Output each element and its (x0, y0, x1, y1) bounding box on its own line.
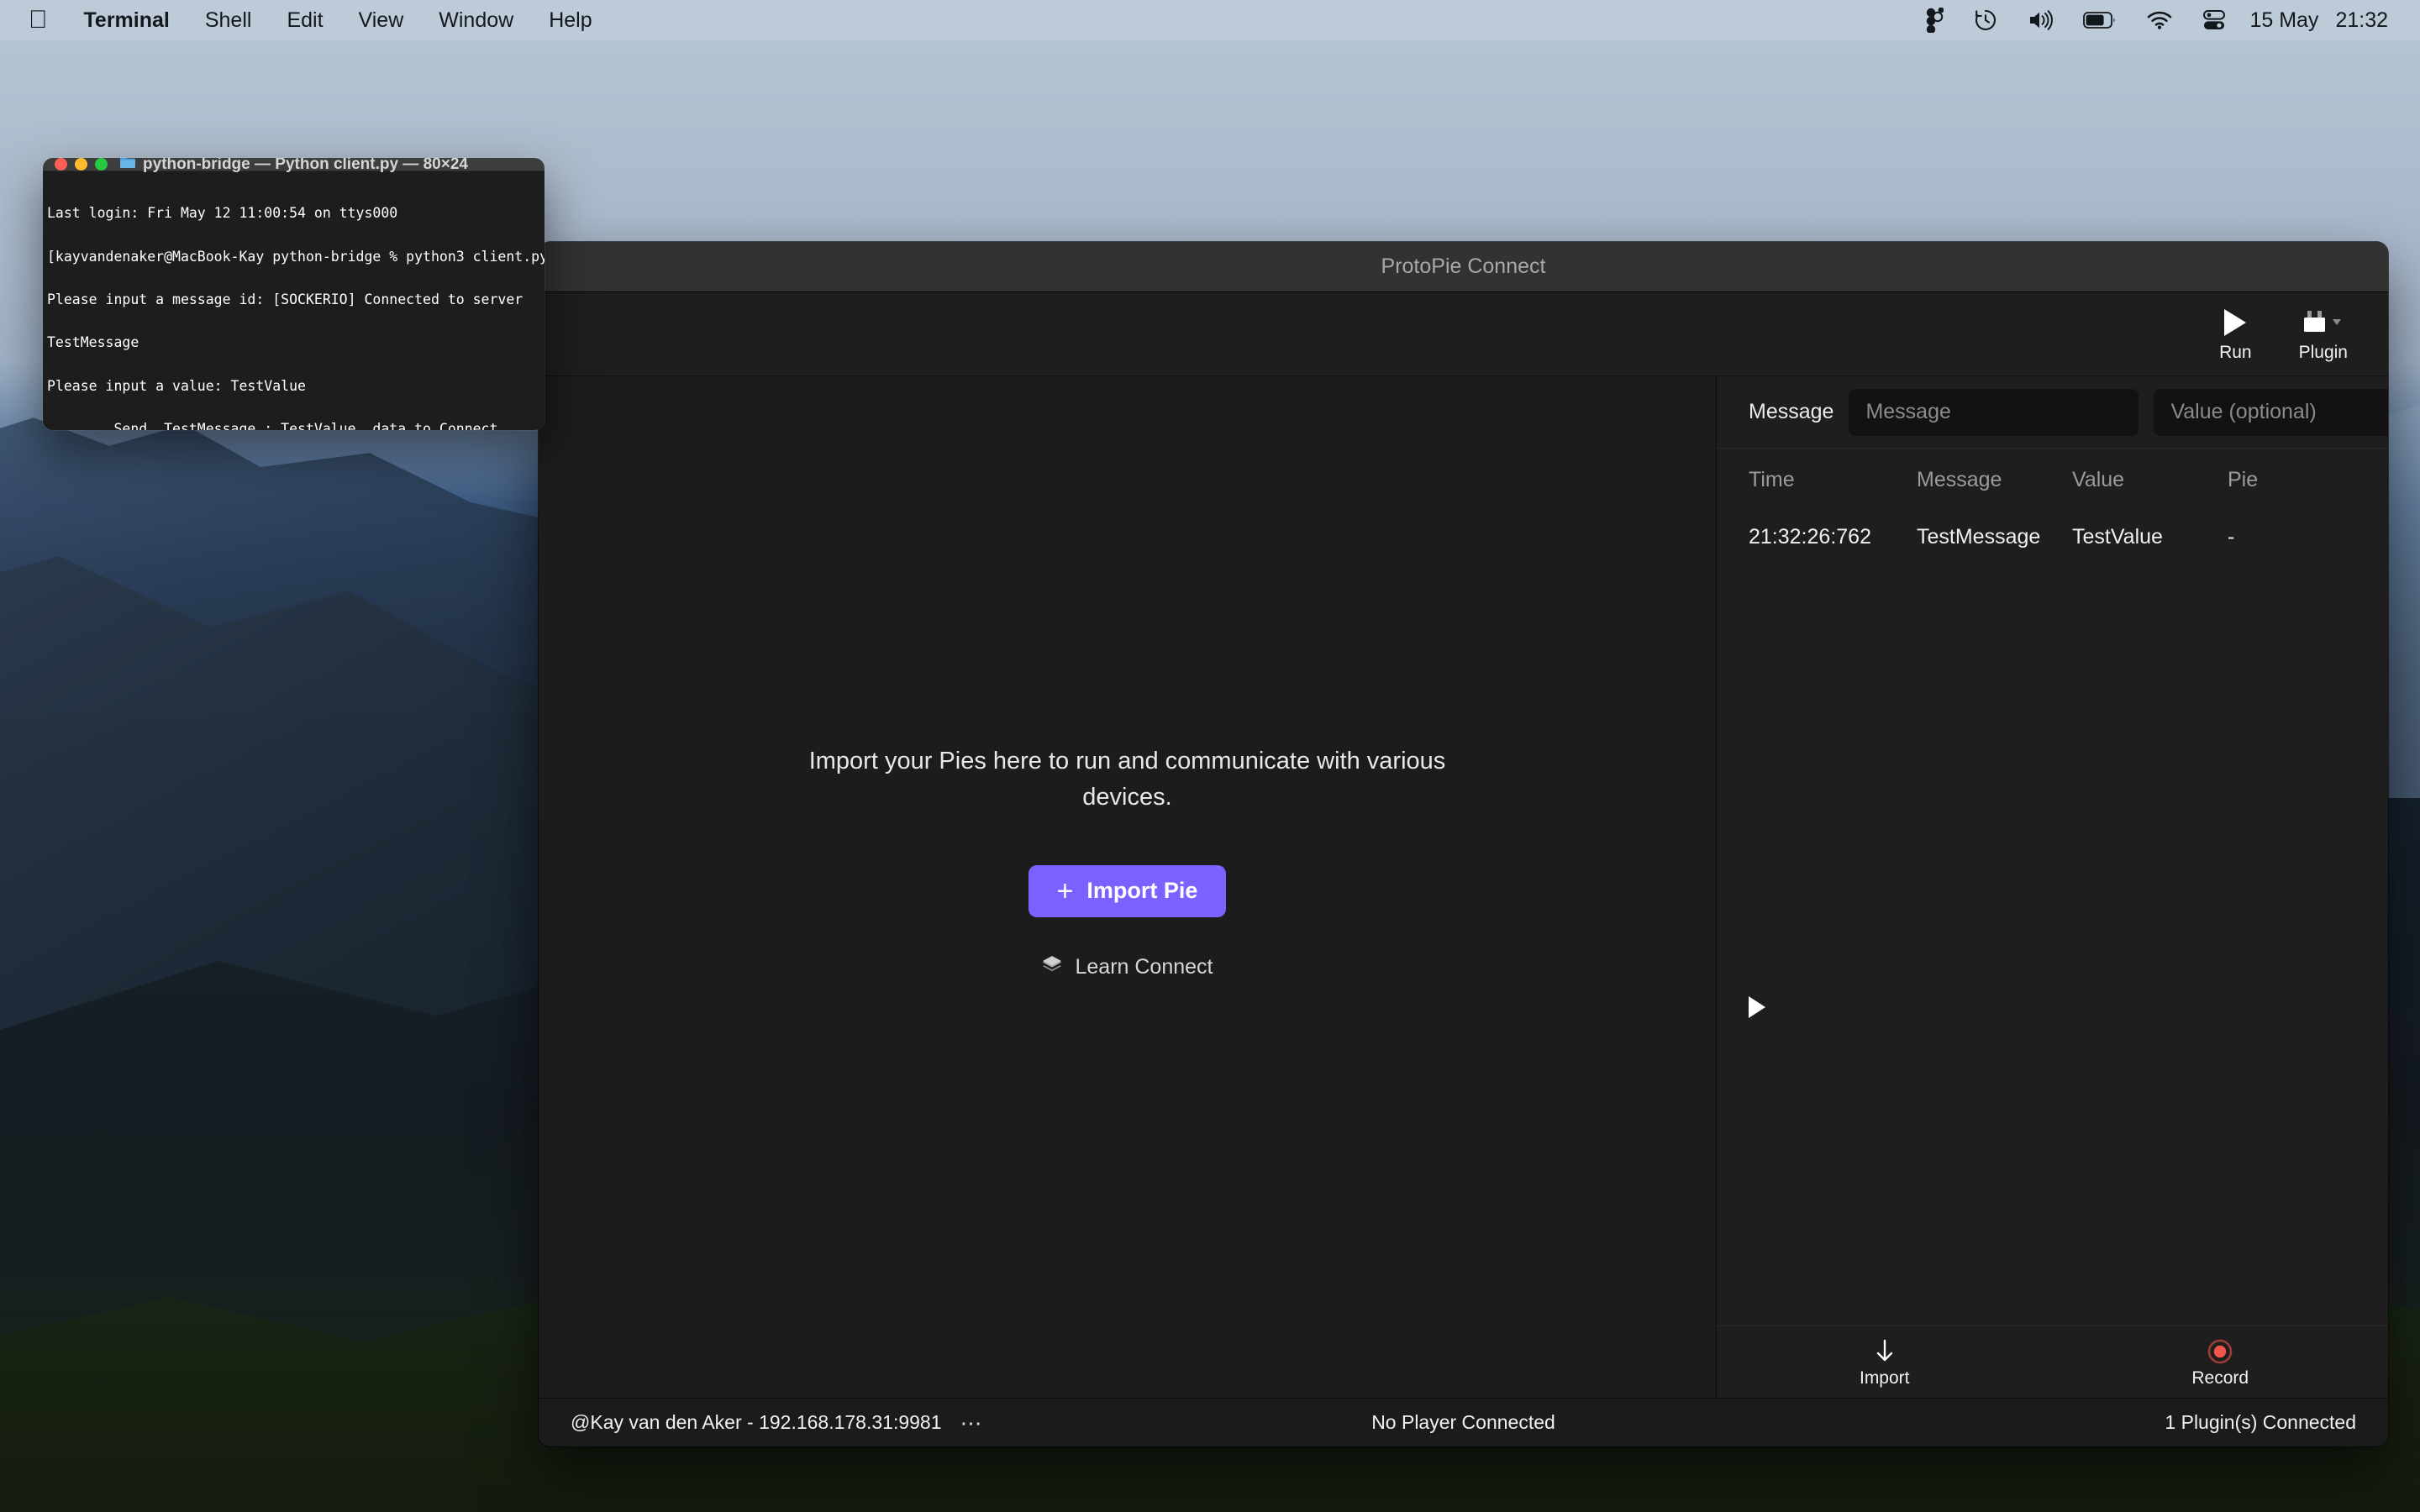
cell-value: TestValue (2072, 524, 2163, 549)
plugin-icon (2301, 306, 2346, 339)
menu-item-view[interactable]: View (341, 0, 422, 40)
menu-bar-left:  Terminal Shell Edit View Window Help (0, 0, 610, 40)
cell-pie: - (2228, 524, 2235, 549)
terminal-line: TestMessage (47, 334, 139, 351)
terminal-line: Please input a value: TestValue (47, 377, 306, 394)
wifi-icon[interactable] (2132, 10, 2187, 30)
figma-icon[interactable] (1910, 8, 1959, 33)
plugin-button[interactable]: Plugin (2299, 306, 2348, 363)
cell-message: TestMessage (1917, 524, 2041, 549)
play-icon (2221, 306, 2249, 339)
empty-state-text: Import your Pies here to run and communi… (808, 748, 1446, 811)
import-pie-button[interactable]: + Import Pie (1028, 864, 1227, 917)
terminal-title: python-bridge — Python client.py — 80×24 (143, 158, 468, 173)
play-icon[interactable] (1749, 996, 1765, 1018)
menu-bar-date[interactable]: 15 May (2241, 8, 2327, 33)
import-button-label: Import (1859, 1368, 1910, 1388)
protopie-status-bar: @Kay van den Aker - 192.168.178.31:9981 … (539, 1398, 2388, 1446)
protopie-title-bar[interactable]: ProtoPie Connect (539, 242, 2388, 292)
message-input-row: Message (1717, 376, 2388, 449)
column-header-pie: Pie (2228, 467, 2259, 491)
menu-bar-status-area: 15 May 21:32 (1910, 8, 2420, 33)
menu-bar-time[interactable]: 21:32 (2327, 8, 2396, 33)
status-account: @Kay van den Aker - 192.168.178.31:9981 (571, 1411, 942, 1433)
ellipsis-icon[interactable]: ⋯ (960, 1412, 984, 1434)
cell-time: 21:32:26:762 (1749, 524, 1871, 549)
battery-icon[interactable] (2068, 11, 2132, 29)
message-label: Message (1749, 400, 1834, 423)
terminal-line: Send TestMessage : TestValue data to Con… (47, 420, 498, 430)
protopie-window-title: ProtoPie Connect (1381, 255, 1546, 278)
record-button-label: Record (2191, 1368, 2249, 1388)
terminal-output[interactable]: Last login: Fri May 12 11:00:54 on ttys0… (43, 171, 544, 430)
status-account-area: @Kay van den Aker - 192.168.178.31:9981 … (571, 1411, 984, 1434)
menu-item-edit[interactable]: Edit (269, 0, 340, 40)
menu-item-terminal[interactable]: Terminal (66, 0, 187, 40)
protopie-main-panel: Import your Pies here to run and communi… (539, 376, 1716, 1398)
folder-icon (119, 158, 136, 174)
protopie-connect-window: ProtoPie Connect Run Plugin Import your … (539, 242, 2388, 1446)
log-table-body: 21:32:26:762 TestMessage TestValue - (1717, 511, 2388, 1326)
layers-icon (1041, 954, 1063, 980)
menu-item-window[interactable]: Window (421, 0, 531, 40)
log-table-header: Time Message Value Pie (1717, 449, 2388, 511)
run-button[interactable]: Run (2219, 306, 2252, 363)
import-pie-label: Import Pie (1086, 878, 1198, 904)
plugin-button-label: Plugin (2298, 342, 2348, 362)
download-arrow-icon (1874, 1336, 1896, 1367)
menu-item-help[interactable]: Help (531, 0, 609, 40)
apple-menu-icon[interactable]:  (25, 0, 66, 40)
control-center-icon[interactable] (2187, 9, 2241, 31)
message-panel-footer: Import Record (1717, 1326, 2388, 1398)
time-machine-icon[interactable] (1959, 8, 2012, 32)
terminal-title-bar[interactable]: python-bridge — Python client.py — 80×24 (43, 158, 544, 174)
learn-connect-link[interactable]: Learn Connect (808, 954, 1447, 980)
terminal-line: Please input a message id: [SOCKERIO] Co… (47, 291, 523, 307)
learn-connect-label: Learn Connect (1075, 954, 1213, 979)
value-input[interactable] (2154, 388, 2388, 436)
terminal-window: python-bridge — Python client.py — 80×24… (43, 158, 544, 430)
terminal-line: [kayvandenaker@MacBook-Kay python-bridge… (47, 248, 544, 265)
column-header-value: Value (2072, 467, 2125, 491)
run-button-label: Run (2219, 342, 2252, 362)
column-header-message: Message (1917, 467, 2002, 491)
plus-icon: + (1056, 874, 1074, 907)
status-bar-wrapper: @Kay van den Aker - 192.168.178.31:9981 … (539, 1398, 2388, 1446)
status-plugins: 1 Plugin(s) Connected (2165, 1411, 2356, 1433)
volume-icon[interactable] (2012, 9, 2068, 31)
record-button[interactable]: Record (2053, 1336, 2389, 1389)
empty-state: Import your Pies here to run and communi… (808, 743, 1447, 979)
macos-menu-bar:  Terminal Shell Edit View Window Help (0, 0, 2420, 40)
table-row[interactable]: 21:32:26:762 TestMessage TestValue - (1717, 511, 2388, 563)
menu-item-shell[interactable]: Shell (187, 0, 270, 40)
record-icon (2206, 1336, 2234, 1367)
message-input[interactable] (1849, 388, 2139, 436)
terminal-line: Last login: Fri May 12 11:00:54 on ttys0… (47, 205, 398, 222)
protopie-toolbar: Run Plugin (539, 292, 2388, 376)
terminal-title-wrap: python-bridge — Python client.py — 80×24 (43, 158, 544, 174)
protopie-body: Import your Pies here to run and communi… (539, 376, 2388, 1398)
import-button[interactable]: Import (1717, 1336, 2053, 1389)
message-panel: Message Time Message Value Pie 21:32:26:… (1716, 376, 2388, 1398)
column-header-time: Time (1749, 467, 1795, 491)
